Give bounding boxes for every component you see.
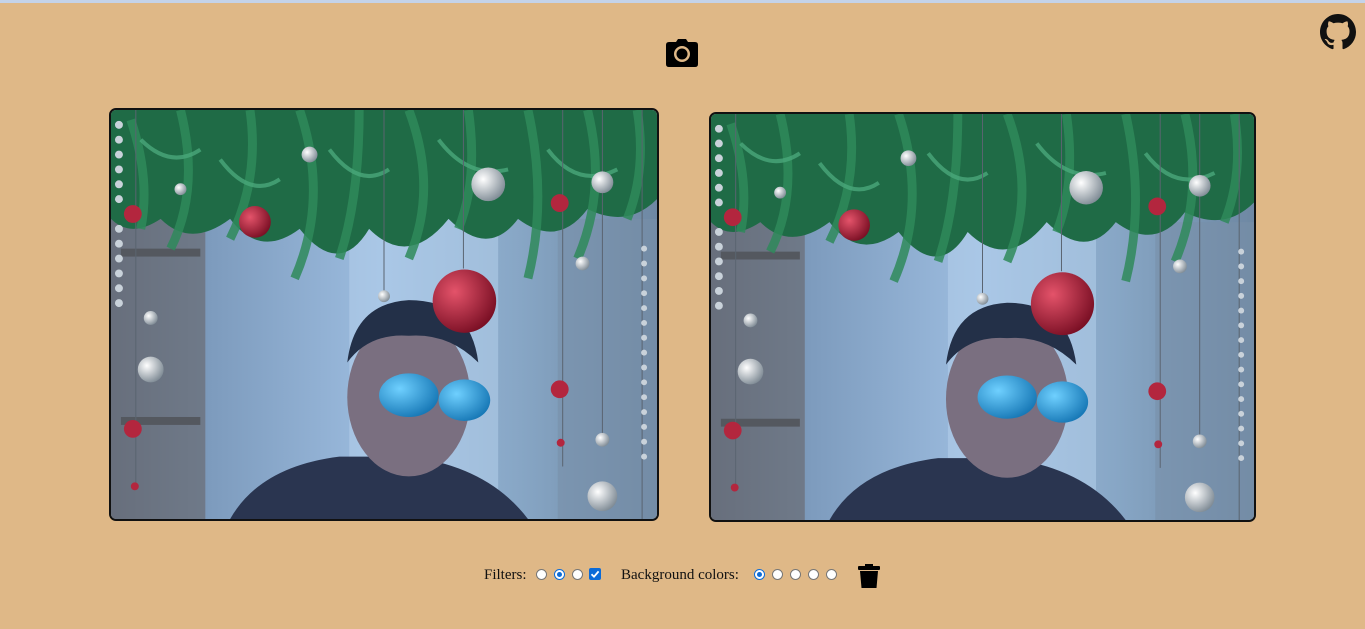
filter-checkbox[interactable] [589,568,601,580]
background-color-radio-2[interactable] [772,569,783,580]
filter-radio-3[interactable] [572,569,583,580]
background-colors-label: Background colors: [621,567,739,583]
background-color-radio-1[interactable] [754,569,765,580]
delete-button[interactable] [857,563,881,589]
capture-button[interactable] [665,38,699,68]
snapshot-frame [709,112,1256,522]
live-video-frame [109,108,659,521]
filter-radio-1[interactable] [536,569,547,580]
background-color-radio-3[interactable] [790,569,801,580]
background-color-radio-4[interactable] [808,569,819,580]
github-link[interactable] [1320,14,1356,50]
filters-label: Filters: [484,567,527,583]
background-color-radio-5[interactable] [826,569,837,580]
camera-icon [666,39,698,67]
filter-radio-2[interactable] [554,569,565,580]
live-video-image [111,110,657,519]
controls-bar: Filters: Background colors: [0,563,1365,589]
trash-icon [858,564,880,588]
snapshot-image [711,114,1254,520]
github-icon [1320,14,1356,50]
checkmark-icon [590,570,600,579]
browser-top-strip [0,0,1365,3]
